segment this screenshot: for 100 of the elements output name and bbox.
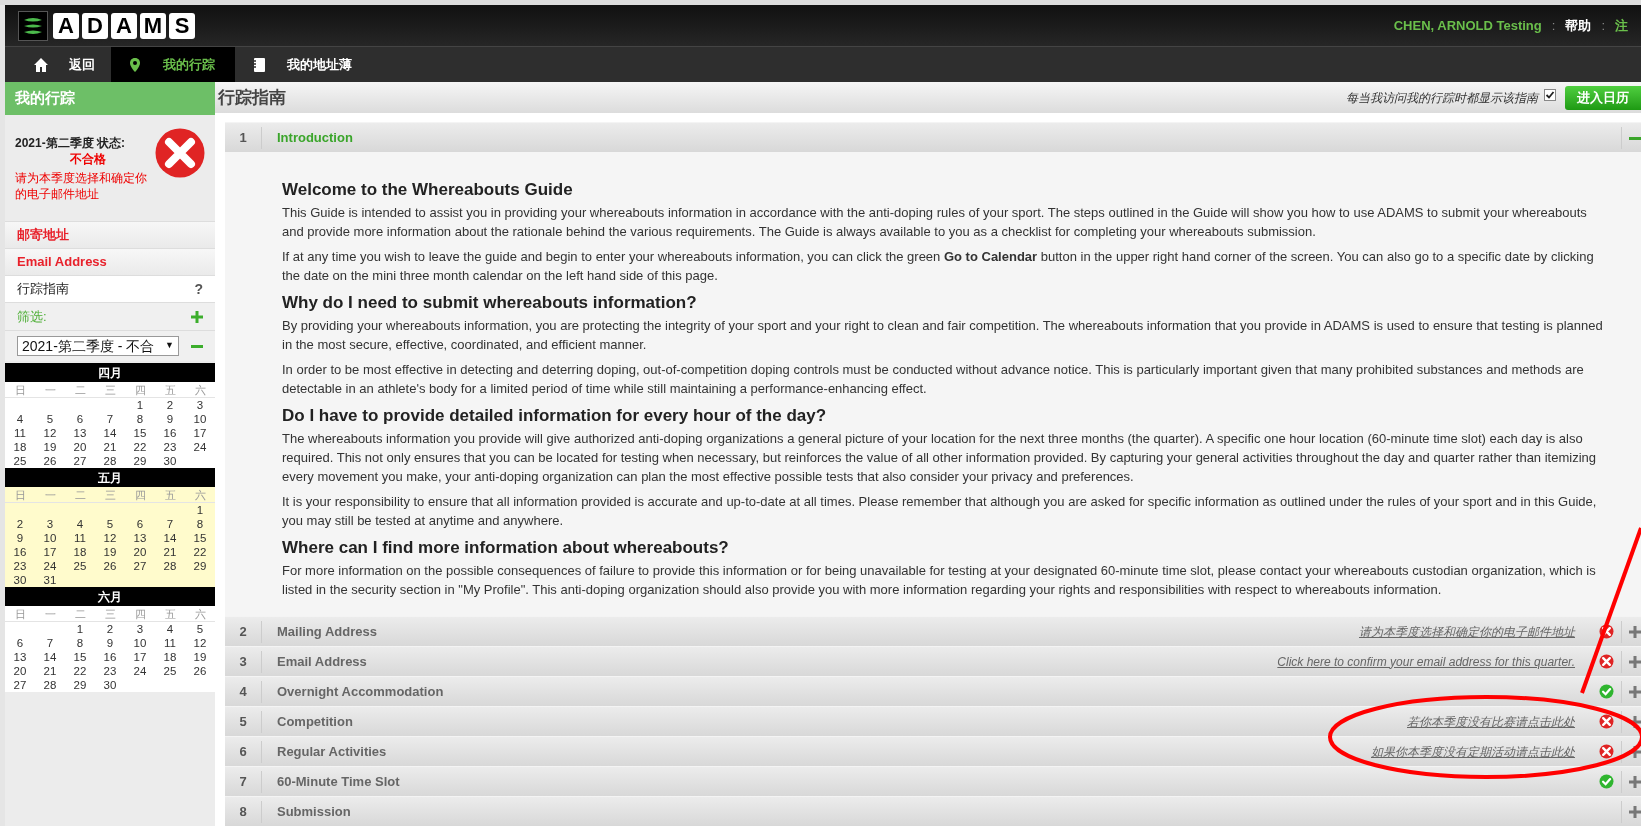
calendar-day[interactable]: 13 [133,531,147,545]
calendar-day[interactable]: 22 [133,440,147,454]
calendar-day[interactable]: 26 [43,454,57,468]
calendar-day[interactable]: 30 [163,454,177,468]
calendar-day[interactable]: 22 [73,664,87,678]
calendar-day[interactable]: 11 [164,636,176,650]
section-title[interactable]: Mailing Address [262,621,1359,642]
calendar-day[interactable]: 4 [76,517,84,531]
calendar-day[interactable]: 3 [196,398,204,412]
calendar-day[interactable]: 23 [103,664,117,678]
calendar-day[interactable]: 16 [103,650,117,664]
calendar-day[interactable]: 5 [46,412,54,426]
calendar-day[interactable]: 26 [103,559,117,573]
calendar-day[interactable]: 18 [13,440,27,454]
plus-icon[interactable] [191,310,203,323]
calendar-day[interactable]: 19 [43,440,57,454]
calendar-day[interactable]: 10 [193,412,207,426]
section-title[interactable]: Submission [262,801,1591,822]
calendar-day[interactable]: 14 [103,426,117,440]
section-link[interactable]: Click here to confirm your email address for this quarter. [1277,652,1575,671]
calendar-day[interactable]: 1 [196,503,204,517]
sidebar-link[interactable]: 行踪指南 ? [5,276,215,303]
calendar-day[interactable]: 24 [193,440,207,454]
calendar-day[interactable]: 26 [193,664,207,678]
calendar-day[interactable]: 4 [166,622,174,636]
calendar-day[interactable]: 22 [193,545,207,559]
calendar-day[interactable]: 15 [73,650,87,664]
calendar-day[interactable]: 3 [136,622,144,636]
calendar-day[interactable]: 12 [103,531,117,545]
section-title[interactable]: Competition [262,711,1407,732]
calendar-day[interactable]: 10 [133,636,147,650]
plus-icon[interactable] [1629,685,1641,698]
calendar-day[interactable]: 29 [193,559,207,573]
calendar-day[interactable]: 27 [73,454,87,468]
calendar-day[interactable]: 14 [163,531,177,545]
calendar-day[interactable]: 8 [136,412,144,426]
calendar-day[interactable]: 8 [76,636,84,650]
section-title[interactable]: Overnight Accommodation [262,681,1591,702]
calendar-day[interactable]: 15 [193,531,207,545]
calendar-day[interactable]: 24 [43,559,57,573]
calendar-day[interactable]: 2 [16,517,24,531]
nav-tab[interactable]: 我的地址薄 [235,47,368,82]
calendar-day[interactable]: 28 [103,454,117,468]
calendar-day[interactable]: 15 [133,426,147,440]
calendar-day[interactable]: 6 [16,636,24,650]
calendar-day[interactable]: 21 [163,545,177,559]
calendar-day[interactable]: 9 [106,636,114,650]
calendar-day[interactable]: 16 [13,545,27,559]
calendar-day[interactable]: 10 [43,531,57,545]
section-link[interactable]: 若你本季度没有比赛请点击此处 [1407,712,1575,731]
calendar-day[interactable]: 9 [166,412,174,426]
plus-icon[interactable] [1629,625,1641,638]
calendar-day[interactable]: 25 [163,664,177,678]
calendar-day[interactable]: 5 [106,517,114,531]
calendar-day[interactable]: 12 [193,636,207,650]
calendar-day[interactable]: 21 [43,664,57,678]
calendar-day[interactable]: 2 [106,622,114,636]
calendar-day[interactable]: 29 [73,678,87,692]
calendar-day[interactable]: 19 [103,545,117,559]
sidebar-link[interactable]: 邮寄地址 [5,222,215,249]
calendar-day[interactable]: 30 [103,678,117,692]
calendar-day[interactable]: 4 [16,412,24,426]
calendar-day[interactable]: 13 [73,426,87,440]
section-link[interactable]: 请为本季度选择和确定你的电子邮件地址 [1359,622,1575,641]
section-link[interactable]: 如果你本季度没有定期活动请点击此处 [1371,742,1575,761]
calendar-day[interactable]: 11 [74,531,86,545]
calendar-day[interactable]: 17 [133,650,147,664]
nav-tab[interactable]: 我的行踪 [111,47,235,82]
quarter-select[interactable]: 2021-第二季度 - 不合 ▼ [17,336,179,356]
calendar-day[interactable]: 20 [133,545,147,559]
calendar-day[interactable]: 18 [163,650,177,664]
plus-icon[interactable] [1629,745,1641,758]
calendar-day[interactable]: 7 [106,412,114,426]
calendar-day[interactable]: 27 [13,678,27,692]
calendar-day[interactable]: 1 [76,622,84,636]
calendar-day[interactable]: 8 [196,517,204,531]
help-link[interactable]: 帮助 [1565,15,1592,36]
section-title[interactable]: Email Address [262,651,1278,672]
calendar-day[interactable]: 28 [163,559,177,573]
calendar-day[interactable]: 17 [43,545,57,559]
calendar-day[interactable]: 16 [163,426,177,440]
logout-link[interactable]: 注 [1615,15,1628,36]
calendar-day[interactable]: 3 [46,517,54,531]
calendar-day[interactable]: 21 [103,440,117,454]
calendar-day[interactable]: 11 [14,426,26,440]
section-title[interactable]: 60-Minute Time Slot [262,771,1591,792]
calendar-day[interactable]: 6 [136,517,144,531]
calendar-day[interactable]: 30 [13,573,27,587]
calendar-day[interactable]: 7 [46,636,54,650]
calendar-day[interactable]: 25 [13,454,27,468]
calendar-day[interactable]: 18 [73,545,87,559]
calendar-day[interactable]: 14 [43,650,57,664]
calendar-day[interactable]: 28 [43,678,57,692]
plus-icon[interactable] [1629,655,1641,668]
calendar-day[interactable]: 2 [166,398,174,412]
calendar-day[interactable]: 12 [43,426,57,440]
calendar-day[interactable]: 5 [196,622,204,636]
calendar-day[interactable]: 17 [193,426,207,440]
calendar-day[interactable]: 20 [13,664,27,678]
sidebar-link[interactable]: Email Address [5,249,215,276]
